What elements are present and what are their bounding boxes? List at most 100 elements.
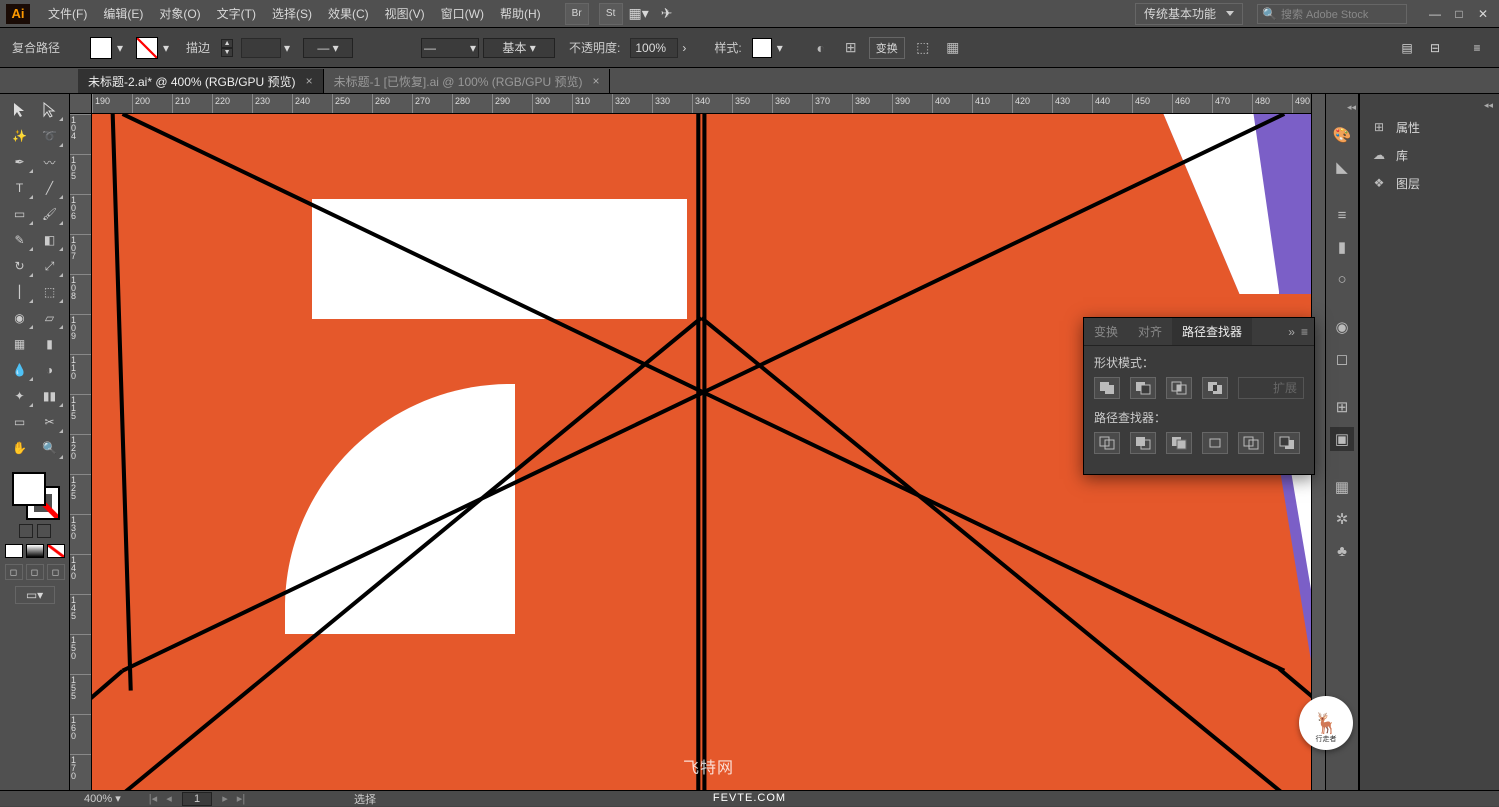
pathfinder-tab-align[interactable]: 对齐 xyxy=(1128,318,1172,345)
panel-properties[interactable]: ⊞ 属性 xyxy=(1360,113,1499,141)
transparency-panel-icon[interactable]: ○ xyxy=(1330,267,1354,291)
recolor-icon[interactable]: ◐ xyxy=(809,36,833,60)
direct-selection-tool[interactable] xyxy=(36,98,64,122)
curvature-tool[interactable]: 〰 xyxy=(36,150,64,174)
draw-normal-icon[interactable]: ◻ xyxy=(5,564,23,580)
zoom-field[interactable]: 400% ▾ xyxy=(80,792,140,805)
graphic-styles-panel-icon[interactable]: ◻ xyxy=(1330,347,1354,371)
artboard-tool[interactable]: ▭ xyxy=(6,410,34,434)
color-mode-solid[interactable] xyxy=(5,544,23,558)
brushes-panel-icon[interactable]: ✲ xyxy=(1330,507,1354,531)
pathfinder-crop[interactable] xyxy=(1202,432,1228,454)
transform-button[interactable]: 变换 xyxy=(869,37,905,59)
slice-tool[interactable]: ✂ xyxy=(36,410,64,434)
arrange-docs-icon[interactable]: ▦▾ xyxy=(627,3,651,25)
collapse-strip-icon[interactable]: ◂◂ xyxy=(1345,100,1358,115)
width-tool[interactable]: ⎮ xyxy=(6,280,34,304)
menu-type[interactable]: 文字(T) xyxy=(209,0,264,28)
menu-object[interactable]: 对象(O) xyxy=(151,0,208,28)
ctrl-icon-2[interactable]: ⊟ xyxy=(1424,37,1446,59)
pathfinder-divide[interactable] xyxy=(1094,432,1120,454)
panel-layers[interactable]: ❖ 图层 xyxy=(1360,169,1499,197)
free-transform-tool[interactable]: ⬚ xyxy=(36,280,64,304)
menu-help[interactable]: 帮助(H) xyxy=(492,0,549,28)
window-maximize-button[interactable]: □ xyxy=(1447,4,1471,24)
eyedropper-tool[interactable]: 💧 xyxy=(6,358,34,382)
pathfinder-panel-icon[interactable]: ▣ xyxy=(1330,427,1354,451)
screen-mode-button[interactable]: ▭▾ xyxy=(15,586,55,604)
document-tab-active[interactable]: 未标题-2.ai* @ 400% (RGB/GPU 预览) × xyxy=(78,69,324,93)
ruler-origin[interactable] xyxy=(70,94,92,114)
search-stock-input[interactable]: 🔍 搜索 Adobe Stock xyxy=(1257,4,1407,24)
stroke-profile-dropdown[interactable]: — ▾ xyxy=(303,38,353,58)
align-icon[interactable]: ⊞ xyxy=(839,36,863,60)
gradient-tool[interactable]: ▮ xyxy=(36,332,64,356)
panel-menu-icon[interactable]: ≡ xyxy=(1466,37,1488,59)
pathfinder-outline[interactable] xyxy=(1238,432,1264,454)
swap-fill-stroke-icon[interactable] xyxy=(19,524,33,538)
menu-edit[interactable]: 编辑(E) xyxy=(95,0,151,28)
stock-icon[interactable]: St xyxy=(599,3,623,25)
pathfinder-merge[interactable] xyxy=(1166,432,1192,454)
isolate-icon[interactable]: ⬚ xyxy=(911,36,935,60)
menu-effect[interactable]: 效果(C) xyxy=(320,0,377,28)
perspective-tool[interactable]: ▱ xyxy=(36,306,64,330)
align-panel-icon[interactable]: ⊞ xyxy=(1330,395,1354,419)
stroke-weight-spinner[interactable]: ▲▼ xyxy=(221,39,233,57)
artboard-prev-icon[interactable]: ◂ xyxy=(162,792,176,805)
color-guide-panel-icon[interactable]: ◣ xyxy=(1330,155,1354,179)
shape-builder-tool[interactable]: ◉ xyxy=(6,306,34,330)
shape-mode-intersect[interactable] xyxy=(1166,377,1192,399)
pathfinder-minus-back[interactable] xyxy=(1274,432,1300,454)
stroke-weight-dropdown[interactable]: ▾ xyxy=(281,37,293,59)
color-panel-icon[interactable]: 🎨 xyxy=(1330,123,1354,147)
eraser-tool[interactable]: ◧ xyxy=(36,228,64,252)
brush-dropdown[interactable]: —▾ xyxy=(421,38,479,58)
menu-file[interactable]: 文件(F) xyxy=(40,0,95,28)
menu-window[interactable]: 窗口(W) xyxy=(433,0,492,28)
style-dropdown[interactable]: ▾ xyxy=(774,37,786,59)
symbols-panel-icon[interactable]: ♣ xyxy=(1330,539,1354,563)
ruler-horizontal[interactable]: 1902002102202302402502602702802903003103… xyxy=(92,94,1325,114)
stroke-swatch[interactable] xyxy=(136,37,158,59)
shaper-tool[interactable]: ✎ xyxy=(6,228,34,252)
edit-icon[interactable]: ▦ xyxy=(941,36,965,60)
pathfinder-tab-transform[interactable]: 变换 xyxy=(1084,318,1128,345)
window-close-button[interactable]: ✕ xyxy=(1471,4,1495,24)
fill-swatch[interactable] xyxy=(90,37,112,59)
symbol-sprayer-tool[interactable]: ✦ xyxy=(6,384,34,408)
lasso-tool[interactable]: ➰ xyxy=(36,124,64,148)
expand-button[interactable]: 扩展 xyxy=(1238,377,1304,399)
rotate-tool[interactable]: ↻ xyxy=(6,254,34,278)
fill-color-box[interactable] xyxy=(12,472,46,506)
bridge-icon[interactable]: Br xyxy=(565,3,589,25)
shape-mode-minus-front[interactable] xyxy=(1130,377,1156,399)
opacity-dropdown[interactable]: › xyxy=(678,37,690,59)
doc-tab-close-icon[interactable]: × xyxy=(306,74,313,88)
color-mode-gradient[interactable] xyxy=(26,544,44,558)
pathfinder-trim[interactable] xyxy=(1130,432,1156,454)
swatches-panel-icon[interactable]: ▦ xyxy=(1330,475,1354,499)
appearance-panel-icon[interactable]: ◉ xyxy=(1330,315,1354,339)
pen-tool[interactable]: ✒ xyxy=(6,150,34,174)
default-fill-stroke-icon[interactable] xyxy=(37,524,51,538)
stroke-weight-field[interactable] xyxy=(241,38,281,58)
menu-view[interactable]: 视图(V) xyxy=(377,0,433,28)
style-swatch[interactable] xyxy=(752,38,772,58)
panel-menu-icon[interactable]: ≡ xyxy=(1301,325,1308,339)
gradient-panel-icon[interactable]: ▮ xyxy=(1330,235,1354,259)
artboard-next-icon[interactable]: ▸ xyxy=(218,792,232,805)
ctrl-icon-1[interactable]: ▤ xyxy=(1396,37,1418,59)
artboard-first-icon[interactable]: |◂ xyxy=(146,792,160,805)
line-tool[interactable]: ╱ xyxy=(36,176,64,200)
shape-mode-exclude[interactable] xyxy=(1202,377,1228,399)
selection-tool[interactable] xyxy=(6,98,34,122)
magic-wand-tool[interactable]: ✨ xyxy=(6,124,34,148)
scale-tool[interactable]: ⤢ xyxy=(36,254,64,278)
graph-tool[interactable]: ▮▮ xyxy=(36,384,64,408)
doc-tab-close-icon[interactable]: × xyxy=(592,74,599,88)
hand-tool[interactable]: ✋ xyxy=(6,436,34,460)
stroke-dropdown[interactable]: ▾ xyxy=(160,37,172,59)
mesh-tool[interactable]: ▦ xyxy=(6,332,34,356)
graphic-style-basic[interactable]: 基本 ▾ xyxy=(483,38,555,58)
